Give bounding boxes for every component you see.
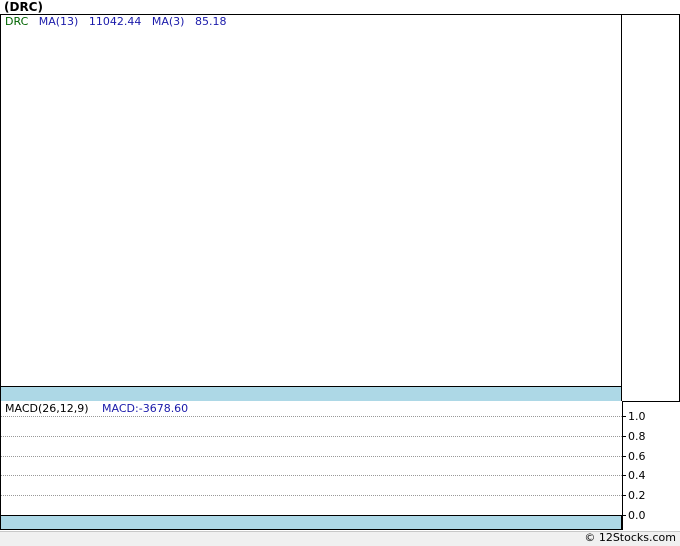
site-credit: © 12Stocks.com xyxy=(584,531,676,544)
macd-tick-label: 0.8 xyxy=(628,429,646,443)
macd-tick-label: 0.2 xyxy=(628,488,646,502)
macd-gridlines xyxy=(1,416,626,516)
macd-legend: MACD(26,12,9) MACD:-3678.60 xyxy=(5,402,188,415)
macd-tick-label: 1.0 xyxy=(628,409,646,423)
macd-value: MACD:-3678.60 xyxy=(102,402,189,415)
macd-label: MACD(26,12,9) xyxy=(5,402,89,415)
macd-tick-label: 0.0 xyxy=(628,508,646,522)
macd-tick-label: 0.4 xyxy=(628,468,646,482)
macd-bottom-band xyxy=(0,515,622,530)
macd-tick-label: 0.6 xyxy=(628,449,646,463)
footer-bar xyxy=(0,531,680,546)
